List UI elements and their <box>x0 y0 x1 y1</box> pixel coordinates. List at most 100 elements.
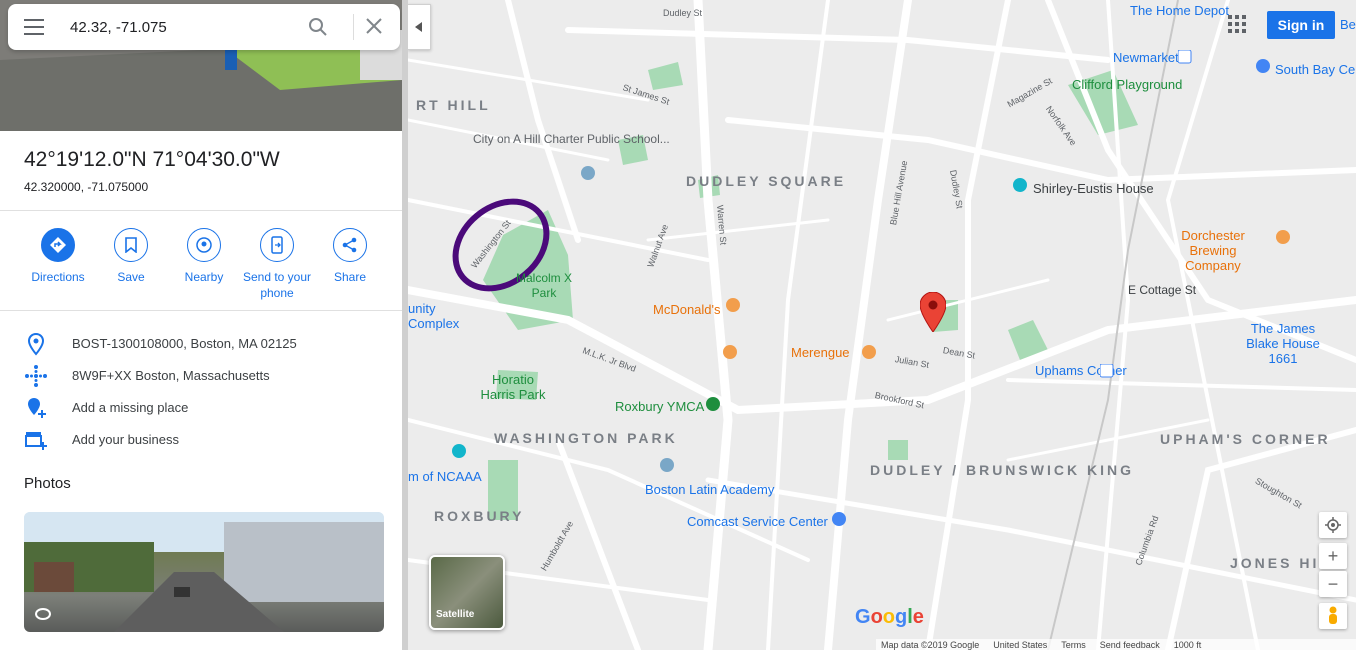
poi-label[interactable]: The Home Depot <box>1130 3 1229 18</box>
action-label: Nearby <box>184 270 224 284</box>
action-label: Directions <box>31 270 85 284</box>
save-button[interactable]: Save <box>96 228 166 285</box>
location-pin-icon <box>27 332 45 356</box>
search-divider <box>353 14 354 40</box>
search-icon[interactable] <box>308 17 328 37</box>
add-business-row[interactable]: Add your business <box>0 424 402 456</box>
restaurant-icon <box>723 345 737 359</box>
bookmark-icon <box>125 237 137 253</box>
place-panel: 42°19'12.0"N 71°04'30.0"W 42.320000, -71… <box>0 0 402 650</box>
photo-scene <box>24 512 384 632</box>
google-logo: Google <box>855 606 924 628</box>
street-label: Dudley St <box>663 8 703 18</box>
area-label: RT HILL <box>416 97 491 113</box>
school-icon <box>660 458 674 472</box>
directions-button[interactable]: Directions <box>23 228 93 285</box>
pegman-icon <box>1329 606 1337 624</box>
share-button[interactable]: Share <box>315 228 385 285</box>
panel-scrollbar[interactable] <box>402 0 408 650</box>
action-label: Save <box>117 270 145 284</box>
store-icon <box>1256 59 1270 73</box>
360-icon <box>35 608 52 620</box>
poi-label[interactable]: The James Blake House 1661 <box>1233 321 1333 366</box>
poi-label[interactable]: Horatio Harris Park <box>478 372 548 402</box>
street-label: E Cottage St <box>1128 283 1197 297</box>
action-label: Share <box>333 270 367 284</box>
poi-label[interactable]: Roxbury YMCA <box>615 399 704 414</box>
pegman-button[interactable] <box>1319 603 1347 629</box>
divider <box>0 210 402 211</box>
poi-label[interactable]: City on A Hill Charter Public School... <box>473 132 670 147</box>
share-icon <box>342 237 357 253</box>
search-input[interactable] <box>70 16 290 38</box>
send-to-phone-icon <box>271 236 283 254</box>
street-view-photo[interactable] <box>24 512 384 632</box>
satellite-toggle-button[interactable]: Satellite <box>429 555 505 630</box>
poi-label[interactable]: m of NCAAA <box>408 469 482 484</box>
poi-label[interactable]: unity Complex <box>408 301 468 331</box>
my-location-button[interactable] <box>1319 512 1347 538</box>
footer-country[interactable]: United States <box>993 640 1047 650</box>
poi-label[interactable]: Newmarket <box>1113 50 1179 65</box>
zoom-in-button[interactable]: + <box>1319 543 1347 569</box>
divider <box>0 310 402 311</box>
poi-label[interactable]: Bes <box>1340 17 1356 32</box>
chevron-left-icon <box>415 22 422 32</box>
store-icon <box>832 512 846 526</box>
area-label: DUDLEY / BRUNSWICK KING <box>870 462 1131 479</box>
footer-terms-link[interactable]: Terms <box>1061 640 1086 650</box>
area-label: WASHINGTON PARK <box>494 430 678 446</box>
address-row[interactable]: BOST-1300108000, Boston, MA 02125 <box>0 328 402 360</box>
add-business-text: Add your business <box>72 432 179 447</box>
action-label: Send to your phone <box>242 270 312 300</box>
poi-label[interactable]: Shirley-Eustis House <box>1033 181 1154 196</box>
footer-feedback-link[interactable]: Send feedback <box>1100 640 1160 650</box>
poi-label[interactable]: South Bay Cer <box>1275 62 1356 77</box>
add-business-icon <box>25 432 47 450</box>
gym-icon <box>706 397 720 411</box>
directions-icon <box>50 237 66 253</box>
school-icon <box>581 166 595 180</box>
add-missing-place-text: Add a missing place <box>72 400 189 415</box>
plus-code-text: 8W9F+XX Boston, Massachusetts <box>72 368 270 383</box>
collapse-panel-button[interactable] <box>408 4 431 50</box>
transit-icon <box>1178 50 1192 64</box>
add-place-icon <box>28 398 46 418</box>
landmark-icon <box>1013 178 1027 192</box>
footer-attribution: Map data ©2019 Google <box>881 639 980 650</box>
photos-heading: Photos <box>24 475 71 492</box>
satellite-label: Satellite <box>436 609 475 620</box>
poi-label[interactable]: McDonald's <box>653 302 721 317</box>
crosshair-icon <box>1325 517 1341 533</box>
poi-label[interactable]: Merengue <box>791 345 850 360</box>
map-footer: Map data ©2019 Google United States Term… <box>876 639 1356 650</box>
nearby-button[interactable]: Nearby <box>169 228 239 285</box>
transit-icon <box>1100 364 1114 378</box>
poi-label[interactable]: Dorchester Brewing Company <box>1163 228 1263 273</box>
close-icon[interactable] <box>365 17 383 35</box>
search-box <box>8 4 400 50</box>
footer-scale[interactable]: 1000 ft <box>1174 640 1202 650</box>
location-marker-icon[interactable] <box>920 292 946 332</box>
brewery-icon <box>1276 230 1290 244</box>
area-label: UPHAM'S CORNER <box>1160 431 1331 447</box>
poi-label[interactable]: Clifford Playground <box>1072 77 1182 92</box>
poi-label[interactable]: Comcast Service Center <box>687 514 828 529</box>
sign-in-button[interactable]: Sign in <box>1267 11 1335 39</box>
add-missing-place-row[interactable]: Add a missing place <box>0 392 402 424</box>
plus-code-icon <box>25 365 47 387</box>
apps-grid-icon[interactable] <box>1228 15 1246 38</box>
send-to-phone-button[interactable]: Send to your phone <box>242 228 312 301</box>
hamburger-menu-icon[interactable] <box>24 18 46 36</box>
zoom-out-button[interactable]: − <box>1319 571 1347 597</box>
coordinates-decimal: 42.320000, -71.075000 <box>24 180 149 194</box>
poi-label[interactable]: Boston Latin Academy <box>645 482 774 497</box>
map-canvas[interactable]: RT HILL DUDLEY SQUARE WASHINGTON PARK DU… <box>408 0 1356 650</box>
museum-icon <box>452 444 466 458</box>
restaurant-icon <box>726 298 740 312</box>
plus-code-row[interactable]: 8W9F+XX Boston, Massachusetts <box>0 360 402 392</box>
nearby-icon <box>196 237 212 253</box>
area-label: ROXBURY <box>434 508 525 524</box>
poi-label[interactable]: Malcolm X Park <box>516 271 572 301</box>
page-title: 42°19'12.0"N 71°04'30.0"W <box>24 148 280 171</box>
